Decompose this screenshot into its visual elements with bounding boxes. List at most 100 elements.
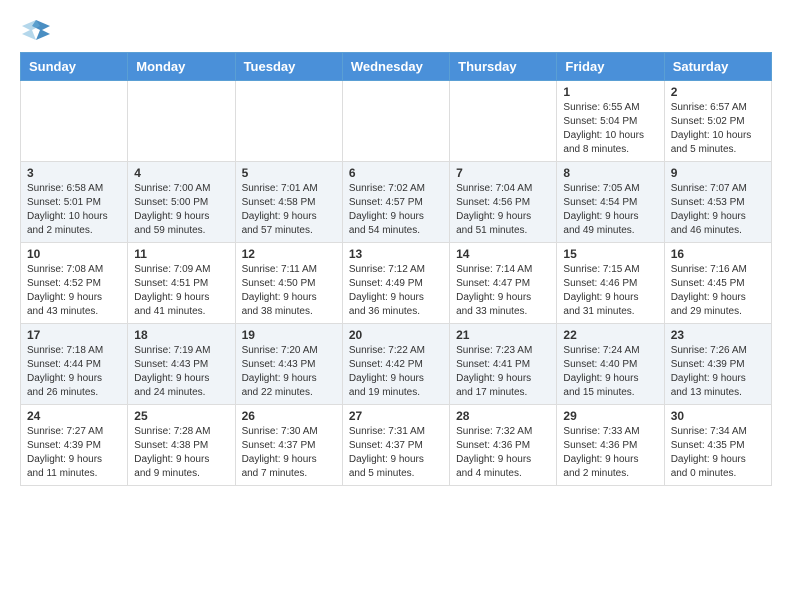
day-number: 14 <box>456 247 550 261</box>
calendar-cell: 8Sunrise: 7:05 AM Sunset: 4:54 PM Daylig… <box>557 162 664 243</box>
day-number: 24 <box>27 409 121 423</box>
day-number: 11 <box>134 247 228 261</box>
day-number: 28 <box>456 409 550 423</box>
calendar-cell: 3 Sunrise: 6:58 AM Sunset: 5:01 PM Daylig… <box>21 162 128 243</box>
calendar-cell: 28 Sunrise: 7:32 AM Sunset: 4:36 PM Dayli… <box>450 405 557 486</box>
calendar-cell: 2 Sunrise: 6:57 AM Sunset: 5:02 PM Daylig… <box>664 81 771 162</box>
day-number: 21 <box>456 328 550 342</box>
col-header-tuesday: Tuesday <box>235 53 342 81</box>
col-header-saturday: Saturday <box>664 53 771 81</box>
day-info: Sunrise: 7:08 AM Sunset: 4:52 PM Dayligh… <box>27 263 121 319</box>
day-info: Sunrise: 7:34 AM Sunset: 4:35 PM Dayligh… <box>671 425 765 481</box>
day-info: Sunrise: 7:14 AM Sunset: 4:47 PM Dayligh… <box>456 263 550 319</box>
week-row-2: 10 Sunrise: 7:08 AM Sunset: 4:52 PM Dayli… <box>21 243 772 324</box>
calendar-cell: 22 Sunrise: 7:24 AM Sunset: 4:40 PM Dayli… <box>557 324 664 405</box>
day-number: 26 <box>242 409 336 423</box>
calendar-cell <box>235 81 342 162</box>
day-info: Sunrise: 7:32 AM Sunset: 4:36 PM Dayligh… <box>456 425 550 481</box>
calendar-cell: 17 Sunrise: 7:18 AM Sunset: 4:44 PM Dayli… <box>21 324 128 405</box>
calendar-cell: 16 Sunrise: 7:16 AM Sunset: 4:45 PM Dayli… <box>664 243 771 324</box>
calendar-cell: 9 Sunrise: 7:07 AM Sunset: 4:53 PM Daylig… <box>664 162 771 243</box>
logo <box>20 16 50 44</box>
logo-bird-icon <box>22 16 50 44</box>
day-info: Sunrise: 7:16 AM Sunset: 4:45 PM Dayligh… <box>671 263 765 319</box>
day-number: 12 <box>242 247 336 261</box>
day-number: 30 <box>671 409 765 423</box>
day-info: Sunrise: 7:02 AM Sunset: 4:57 PM Dayligh… <box>349 182 443 238</box>
calendar-cell: 13 Sunrise: 7:12 AM Sunset: 4:49 PM Dayli… <box>342 243 449 324</box>
calendar-cell: 29 Sunrise: 7:33 AM Sunset: 4:36 PM Dayli… <box>557 405 664 486</box>
day-info: Sunrise: 7:00 AM Sunset: 5:00 PM Dayligh… <box>134 182 228 238</box>
day-info: Sunrise: 7:30 AM Sunset: 4:37 PM Dayligh… <box>242 425 336 481</box>
day-number: 17 <box>27 328 121 342</box>
day-info: Sunrise: 7:11 AM Sunset: 4:50 PM Dayligh… <box>242 263 336 319</box>
day-number: 13 <box>349 247 443 261</box>
calendar-cell: 5 Sunrise: 7:01 AM Sunset: 4:58 PM Daylig… <box>235 162 342 243</box>
calendar-cell: 19Sunrise: 7:20 AM Sunset: 4:43 PM Dayli… <box>235 324 342 405</box>
day-number: 29 <box>563 409 657 423</box>
week-row-1: 3 Sunrise: 6:58 AM Sunset: 5:01 PM Daylig… <box>21 162 772 243</box>
calendar-cell: 23 Sunrise: 7:26 AM Sunset: 4:39 PM Dayli… <box>664 324 771 405</box>
day-info: Sunrise: 7:18 AM Sunset: 4:44 PM Dayligh… <box>27 344 121 400</box>
day-number: 19 <box>242 328 336 342</box>
calendar-cell: 6 Sunrise: 7:02 AM Sunset: 4:57 PM Daylig… <box>342 162 449 243</box>
day-info: Sunrise: 7:23 AM Sunset: 4:41 PM Dayligh… <box>456 344 550 400</box>
col-header-thursday: Thursday <box>450 53 557 81</box>
day-number: 18 <box>134 328 228 342</box>
calendar-cell <box>128 81 235 162</box>
calendar-cell: 24Sunrise: 7:27 AM Sunset: 4:39 PM Dayli… <box>21 405 128 486</box>
day-info: Sunrise: 7:19 AM Sunset: 4:43 PM Dayligh… <box>134 344 228 400</box>
day-number: 4 <box>134 166 228 180</box>
week-row-0: 1 Sunrise: 6:55 AM Sunset: 5:04 PM Daylig… <box>21 81 772 162</box>
day-info: Sunrise: 7:31 AM Sunset: 4:37 PM Dayligh… <box>349 425 443 481</box>
day-number: 10 <box>27 247 121 261</box>
calendar-cell: 7Sunrise: 7:04 AM Sunset: 4:56 PM Daylig… <box>450 162 557 243</box>
day-info: Sunrise: 7:24 AM Sunset: 4:40 PM Dayligh… <box>563 344 657 400</box>
calendar-header-row: SundayMondayTuesdayWednesdayThursdayFrid… <box>21 53 772 81</box>
day-info: Sunrise: 7:01 AM Sunset: 4:58 PM Dayligh… <box>242 182 336 238</box>
logo-block <box>20 16 50 44</box>
calendar-cell: 14 Sunrise: 7:14 AM Sunset: 4:47 PM Dayli… <box>450 243 557 324</box>
day-number: 22 <box>563 328 657 342</box>
col-header-friday: Friday <box>557 53 664 81</box>
day-info: Sunrise: 6:58 AM Sunset: 5:01 PM Dayligh… <box>27 182 121 238</box>
day-number: 2 <box>671 85 765 99</box>
calendar-cell: 27 Sunrise: 7:31 AM Sunset: 4:37 PM Dayli… <box>342 405 449 486</box>
calendar-cell: 10 Sunrise: 7:08 AM Sunset: 4:52 PM Dayli… <box>21 243 128 324</box>
col-header-sunday: Sunday <box>21 53 128 81</box>
calendar-cell: 15Sunrise: 7:15 AM Sunset: 4:46 PM Dayli… <box>557 243 664 324</box>
day-info: Sunrise: 7:12 AM Sunset: 4:49 PM Dayligh… <box>349 263 443 319</box>
day-info: Sunrise: 7:33 AM Sunset: 4:36 PM Dayligh… <box>563 425 657 481</box>
calendar-cell: 1 Sunrise: 6:55 AM Sunset: 5:04 PM Daylig… <box>557 81 664 162</box>
day-number: 25 <box>134 409 228 423</box>
day-info: Sunrise: 7:07 AM Sunset: 4:53 PM Dayligh… <box>671 182 765 238</box>
day-number: 15 <box>563 247 657 261</box>
page: SundayMondayTuesdayWednesdayThursdayFrid… <box>0 0 792 502</box>
calendar-cell: 30 Sunrise: 7:34 AM Sunset: 4:35 PM Dayli… <box>664 405 771 486</box>
calendar-cell <box>450 81 557 162</box>
calendar-cell <box>21 81 128 162</box>
day-number: 1 <box>563 85 657 99</box>
day-info: Sunrise: 6:55 AM Sunset: 5:04 PM Dayligh… <box>563 101 657 157</box>
day-info: Sunrise: 7:09 AM Sunset: 4:51 PM Dayligh… <box>134 263 228 319</box>
calendar-cell: 21 Sunrise: 7:23 AM Sunset: 4:41 PM Dayli… <box>450 324 557 405</box>
day-number: 6 <box>349 166 443 180</box>
calendar-cell: 4 Sunrise: 7:00 AM Sunset: 5:00 PM Daylig… <box>128 162 235 243</box>
calendar-cell: 26 Sunrise: 7:30 AM Sunset: 4:37 PM Dayli… <box>235 405 342 486</box>
day-info: Sunrise: 6:57 AM Sunset: 5:02 PM Dayligh… <box>671 101 765 157</box>
day-info: Sunrise: 7:26 AM Sunset: 4:39 PM Dayligh… <box>671 344 765 400</box>
day-number: 16 <box>671 247 765 261</box>
day-info: Sunrise: 7:28 AM Sunset: 4:38 PM Dayligh… <box>134 425 228 481</box>
day-number: 9 <box>671 166 765 180</box>
calendar-cell <box>342 81 449 162</box>
calendar-cell: 18 Sunrise: 7:19 AM Sunset: 4:43 PM Dayli… <box>128 324 235 405</box>
calendar: SundayMondayTuesdayWednesdayThursdayFrid… <box>20 52 772 486</box>
week-row-4: 24Sunrise: 7:27 AM Sunset: 4:39 PM Dayli… <box>21 405 772 486</box>
calendar-cell: 11 Sunrise: 7:09 AM Sunset: 4:51 PM Dayli… <box>128 243 235 324</box>
day-number: 5 <box>242 166 336 180</box>
day-number: 3 <box>27 166 121 180</box>
day-number: 8 <box>563 166 657 180</box>
day-number: 27 <box>349 409 443 423</box>
day-number: 23 <box>671 328 765 342</box>
header <box>20 16 772 44</box>
